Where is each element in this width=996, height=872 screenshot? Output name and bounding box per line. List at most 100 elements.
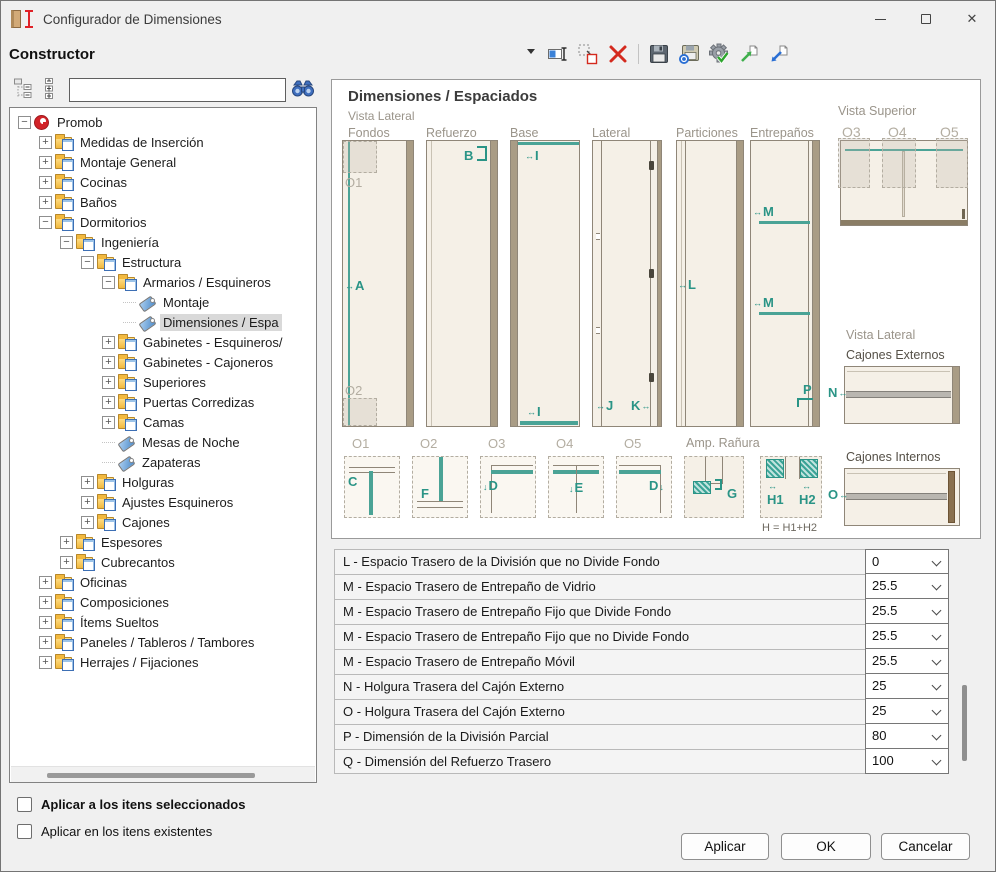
param-value-dropdown[interactable]: 25.5 xyxy=(865,648,949,674)
tree-item-label[interactable]: Estructura xyxy=(119,254,184,271)
collapse-all-icon[interactable] xyxy=(13,77,37,101)
expand-node-icon[interactable]: + xyxy=(60,536,73,549)
scrollbar-thumb[interactable] xyxy=(47,773,255,778)
save-icon[interactable] xyxy=(647,42,671,66)
tree-item-label[interactable]: Herrajes / Fijaciones xyxy=(77,654,202,671)
apply-button[interactable]: Aplicar xyxy=(681,833,769,860)
tree-item[interactable]: Mesas de Noche xyxy=(10,432,316,452)
tree-item[interactable]: + Composiciones xyxy=(10,592,316,612)
expand-node-icon[interactable]: + xyxy=(39,136,52,149)
expand-node-icon[interactable]: + xyxy=(60,556,73,569)
expand-node-icon[interactable]: + xyxy=(39,576,52,589)
tree-item-label[interactable]: Holguras xyxy=(119,474,177,491)
expand-node-icon[interactable]: + xyxy=(39,156,52,169)
expand-node-icon[interactable]: + xyxy=(81,496,94,509)
tree-item[interactable]: + Cubrecantos xyxy=(10,552,316,572)
tree-item-label[interactable]: Gabinetes - Esquineros/ xyxy=(140,334,285,351)
tree-item[interactable]: + Ítems Sueltos xyxy=(10,612,316,632)
maximize-button[interactable] xyxy=(903,1,949,37)
expand-node-icon[interactable]: + xyxy=(39,176,52,189)
param-value-dropdown[interactable]: 25.5 xyxy=(865,623,949,649)
chevron-down-icon[interactable] xyxy=(932,681,942,691)
param-value-dropdown[interactable]: 25 xyxy=(865,673,949,699)
param-value-dropdown[interactable]: 25 xyxy=(865,698,949,724)
chevron-down-icon[interactable] xyxy=(932,731,942,741)
expand-node-icon[interactable]: + xyxy=(39,196,52,209)
expand-node-icon[interactable]: + xyxy=(102,416,115,429)
tree-item-label[interactable]: Superiores xyxy=(140,374,209,391)
tree-item[interactable]: + Holguras xyxy=(10,472,316,492)
cancel-button[interactable]: Cancelar xyxy=(881,833,970,860)
apply-selected-checkbox[interactable] xyxy=(17,797,32,812)
tree-item-label[interactable]: Paneles / Tableros / Tambores xyxy=(77,634,257,651)
tree-item[interactable]: − Armarios / Esquineros xyxy=(10,272,316,292)
tree-item[interactable]: +Cocinas xyxy=(10,172,316,192)
collapse-node-icon[interactable]: − xyxy=(102,276,115,289)
tree-item-label[interactable]: Ítems Sueltos xyxy=(77,614,162,631)
apply-existing-checkbox[interactable] xyxy=(17,824,32,839)
category-tree[interactable]: −Promob+Medidas de Inserción+Montaje Gen… xyxy=(9,107,317,783)
expand-node-icon[interactable]: + xyxy=(102,396,115,409)
expand-node-icon[interactable]: + xyxy=(81,476,94,489)
param-value-dropdown[interactable]: 100 xyxy=(865,748,949,774)
tree-item[interactable]: +Camas xyxy=(10,412,316,432)
copy-icon[interactable] xyxy=(576,42,600,66)
tree-item[interactable]: Dimensiones / Espa xyxy=(10,312,316,332)
tree-item[interactable]: +Oficinas xyxy=(10,572,316,592)
search-input[interactable] xyxy=(69,78,286,102)
tree-item-label[interactable]: Espesores xyxy=(98,534,165,551)
tree-item-label[interactable]: Composiciones xyxy=(77,594,172,611)
tree-item-label[interactable]: Cubrecantos xyxy=(98,554,178,571)
ok-button[interactable]: OK xyxy=(781,833,871,860)
tree-item[interactable]: +Paneles / Tableros / Tambores xyxy=(10,632,316,652)
tree-item-label[interactable]: Promob xyxy=(54,114,106,131)
expand-all-icon[interactable] xyxy=(41,77,65,101)
tree-item-label[interactable]: Medidas de Inserción xyxy=(77,134,207,151)
tree-item[interactable]: +Puertas Corredizas xyxy=(10,392,316,412)
collapse-node-icon[interactable]: − xyxy=(18,116,31,129)
param-value-dropdown[interactable]: 80 xyxy=(865,723,949,749)
expand-node-icon[interactable]: + xyxy=(102,336,115,349)
tree-item-label[interactable]: Dormitorios xyxy=(77,214,149,231)
tree-item[interactable]: Zapateras xyxy=(10,452,316,472)
tree-item-label[interactable]: Montaje xyxy=(160,294,212,311)
collapse-node-icon[interactable]: − xyxy=(60,236,73,249)
tree-item[interactable]: Montaje xyxy=(10,292,316,312)
tree-item-label[interactable]: Mesas de Noche xyxy=(139,434,243,451)
tree-item-label[interactable]: Montaje General xyxy=(77,154,179,171)
close-button[interactable]: ✕ xyxy=(949,1,995,37)
rename-icon[interactable] xyxy=(546,42,570,66)
tree-item[interactable]: +Superiores xyxy=(10,372,316,392)
tree-item-label[interactable]: Armarios / Esquineros xyxy=(140,274,274,291)
chevron-down-icon[interactable] xyxy=(932,606,942,616)
tree-item[interactable]: + Herrajes / Fijaciones xyxy=(10,652,316,672)
tree-item[interactable]: + Ajustes Esquineros xyxy=(10,492,316,512)
chevron-down-icon[interactable] xyxy=(932,656,942,666)
delete-icon[interactable] xyxy=(606,42,630,66)
collapse-node-icon[interactable]: − xyxy=(39,216,52,229)
expand-node-icon[interactable]: + xyxy=(81,516,94,529)
tree-item-label[interactable]: Baños xyxy=(77,194,120,211)
export-icon[interactable] xyxy=(737,42,761,66)
tree-item[interactable]: − Promob xyxy=(10,112,316,132)
chevron-down-icon[interactable] xyxy=(932,706,942,716)
save-image-icon[interactable] xyxy=(677,42,701,66)
expand-node-icon[interactable]: + xyxy=(39,596,52,609)
profile-combobox[interactable]: Constructor xyxy=(9,41,541,67)
tree-item[interactable]: − Estructura xyxy=(10,252,316,272)
tree-item[interactable]: −Ingeniería xyxy=(10,232,316,252)
tree-item-label[interactable]: Ajustes Esquineros xyxy=(119,494,236,511)
tree-item[interactable]: + Gabinetes - Esquineros/ xyxy=(10,332,316,352)
chevron-down-icon[interactable] xyxy=(527,49,535,54)
expand-node-icon[interactable]: + xyxy=(39,656,52,669)
expand-node-icon[interactable]: + xyxy=(39,616,52,629)
minimize-button[interactable] xyxy=(857,1,903,37)
import-icon[interactable] xyxy=(767,42,791,66)
tree-item-label[interactable]: Cajones xyxy=(119,514,173,531)
tree-item[interactable]: + Espesores xyxy=(10,532,316,552)
param-value-dropdown[interactable]: 25.5 xyxy=(865,573,949,599)
param-value-dropdown[interactable]: 0 xyxy=(865,549,949,574)
collapse-node-icon[interactable]: − xyxy=(81,256,94,269)
tree-item[interactable]: +Gabinetes - Cajoneros xyxy=(10,352,316,372)
apply-settings-icon[interactable] xyxy=(707,42,731,66)
